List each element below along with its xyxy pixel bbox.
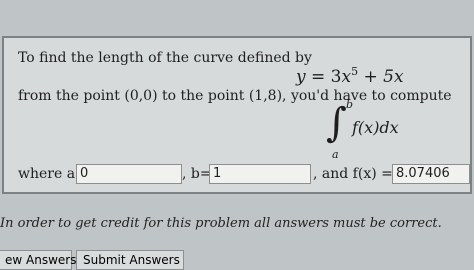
f-label: , and f(x) = [313,166,393,182]
integral-lower-limit: a [332,148,339,161]
preview-answers-button[interactable]: ew Answers [0,250,76,270]
integral-sign: ∫ [326,100,347,146]
integral-upper-limit: b [346,98,354,111]
equation-term2: 5x [383,67,404,87]
problem-intro-text: To find the length of the curve defined … [18,50,312,66]
b-input-field[interactable]: 1 [209,164,311,184]
f-input-field[interactable]: 8.07406 [392,164,470,184]
problem-from-text: from the point (0,0) to the point (1,8),… [18,88,452,104]
a-input-field[interactable]: 0 [76,164,182,184]
problem-panel: To find the length of the curve defined … [2,36,472,194]
integrand: f(x)dx [352,118,399,137]
equation-term1-var: x [341,67,352,87]
equation-term1-exponent: 5 [351,65,359,78]
answer-row: where a= 0 , b= 1 , and f(x) = 8.07406 [4,164,470,186]
equation-equals: = [311,67,326,87]
b-label: , b= [182,166,212,182]
integral-expression: ∫ b a f(x)dx [322,98,432,164]
credit-notice: In order to get credit for this problem … [0,216,442,231]
equation-term1-coef: 3 [330,67,342,87]
equation-lhs: y [296,67,306,87]
equation-plus: + [363,67,378,87]
submit-answers-button[interactable]: Submit Answers [76,250,184,270]
curve-equation: y = 3x5 + 5x [296,65,404,87]
